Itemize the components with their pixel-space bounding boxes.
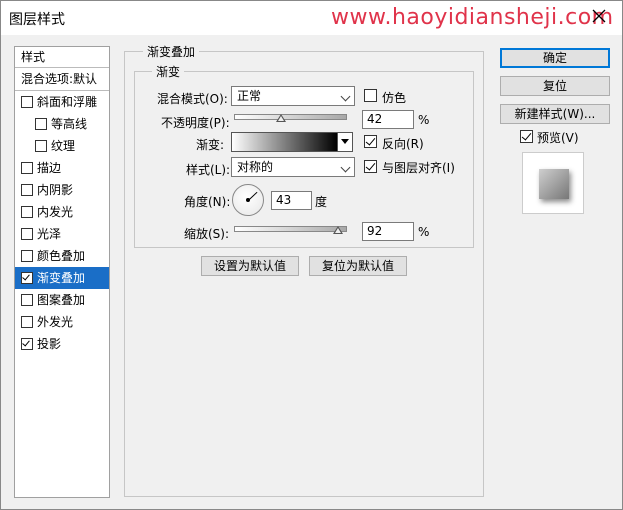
layer-style-dialog: 图层样式 www.haoyidiansheji.com 样式 混合选项:默认 斜…	[0, 0, 623, 510]
style-list-item[interactable]: 纹理	[15, 135, 109, 157]
reset-button[interactable]: 复位	[500, 76, 610, 96]
style-list-item-label: 内阴影	[37, 183, 74, 197]
gradient-preview-swatch[interactable]	[231, 132, 338, 152]
angle-unit: 度	[315, 195, 328, 209]
watermark-text: www.haoyidiansheji.com	[331, 5, 614, 30]
title-bar: 图层样式 www.haoyidiansheji.com	[1, 1, 622, 35]
angle-center-dot	[246, 198, 250, 202]
style-checkbox[interactable]	[35, 140, 47, 152]
style-list-item-label: 光泽	[37, 227, 62, 241]
style-select[interactable]: 对称的	[231, 157, 355, 177]
blend-mode-select[interactable]: 正常	[231, 86, 355, 106]
preview-swatch	[539, 169, 569, 199]
style-checkbox[interactable]	[21, 338, 33, 350]
dialog-title: 图层样式	[9, 12, 65, 28]
gradient-overlay-title: 渐变叠加	[143, 43, 200, 60]
styles-list: 样式 混合选项:默认 斜面和浮雕等高线纹理描边内阴影内发光光泽颜色叠加渐变叠加图…	[14, 46, 110, 498]
style-checkbox[interactable]	[21, 96, 33, 108]
style-list-item[interactable]: 渐变叠加	[15, 267, 109, 289]
opacity-percent-sign: %	[418, 113, 430, 127]
style-list-item-label: 图案叠加	[37, 293, 86, 307]
style-list-item-label: 投影	[37, 337, 62, 351]
style-checkbox[interactable]	[21, 272, 33, 284]
blend-options-item[interactable]: 混合选项:默认	[15, 68, 109, 91]
style-list-item[interactable]: 颜色叠加	[15, 245, 109, 267]
style-list-item[interactable]: 外发光	[15, 311, 109, 333]
style-checkbox[interactable]	[35, 118, 47, 130]
opacity-value: 42	[367, 112, 383, 126]
ok-button[interactable]: 确定	[500, 48, 610, 68]
scale-value: 92	[367, 224, 383, 238]
style-list-item[interactable]: 投影	[15, 333, 109, 355]
style-value: 对称的	[237, 160, 274, 174]
style-list-item[interactable]: 描边	[15, 157, 109, 179]
style-list-item-label: 颜色叠加	[37, 249, 86, 263]
style-checkbox[interactable]	[21, 228, 33, 240]
style-list-item[interactable]: 等高线	[15, 113, 109, 135]
gradient-picker-dropdown[interactable]	[337, 132, 353, 152]
blend-mode-value: 正常	[237, 89, 262, 103]
style-list-item-label: 描边	[37, 161, 62, 175]
set-as-default-button[interactable]: 设置为默认值	[201, 256, 299, 276]
blend-mode-label: 混合模式(O):	[157, 92, 228, 106]
reset-to-default-button[interactable]: 复位为默认值	[309, 256, 407, 276]
style-preview-thumbnail	[522, 152, 584, 214]
align-with-layer-label: 与图层对齐(I)	[382, 161, 455, 175]
opacity-slider-handle[interactable]	[276, 114, 287, 122]
style-label: 样式(L):	[186, 163, 231, 177]
reverse-label: 反向(R)	[382, 137, 424, 151]
scale-input[interactable]: 92	[362, 222, 414, 241]
style-checkbox[interactable]	[21, 294, 33, 306]
gradient-subgroup-title: 渐变	[152, 63, 185, 80]
style-checkbox[interactable]	[21, 162, 33, 174]
opacity-label: 不透明度(P):	[161, 116, 230, 130]
opacity-slider[interactable]	[234, 114, 347, 120]
scale-percent-sign: %	[418, 225, 430, 239]
scale-slider[interactable]	[234, 226, 347, 232]
style-list-item-label: 等高线	[51, 117, 88, 131]
style-list-item-label: 渐变叠加	[37, 271, 86, 285]
opacity-input[interactable]: 42	[362, 110, 414, 129]
style-checkbox[interactable]	[21, 184, 33, 196]
style-list-item[interactable]: 内发光	[15, 201, 109, 223]
gradient-label: 渐变:	[196, 138, 225, 152]
style-checkbox[interactable]	[21, 316, 33, 328]
style-checkbox[interactable]	[21, 206, 33, 218]
reverse-checkbox[interactable]	[364, 135, 377, 148]
preview-checkbox[interactable]	[520, 130, 533, 143]
style-list-item-label: 斜面和浮雕	[37, 95, 98, 109]
scale-label: 缩放(S):	[184, 227, 230, 241]
chevron-down-icon	[340, 91, 351, 102]
style-list-item-label: 内发光	[37, 205, 74, 219]
preview-label: 预览(V)	[537, 131, 579, 145]
dither-label: 仿色	[382, 91, 407, 105]
style-checkbox[interactable]	[21, 250, 33, 262]
style-list-item-label: 纹理	[51, 139, 76, 153]
angle-value: 43	[276, 193, 292, 207]
chevron-down-icon	[340, 162, 351, 173]
style-list-item[interactable]: 斜面和浮雕	[15, 91, 109, 113]
align-with-layer-checkbox[interactable]	[364, 160, 377, 173]
new-style-button[interactable]: 新建样式(W)...	[500, 104, 610, 124]
style-list-item-label: 外发光	[37, 315, 74, 329]
angle-label: 角度(N):	[184, 195, 231, 209]
style-list-item[interactable]: 光泽	[15, 223, 109, 245]
angle-input[interactable]: 43	[271, 191, 312, 210]
close-icon[interactable]	[591, 8, 607, 24]
scale-slider-handle[interactable]	[332, 226, 343, 234]
style-list-item[interactable]: 内阴影	[15, 179, 109, 201]
dither-checkbox[interactable]	[364, 89, 377, 102]
angle-dial[interactable]	[232, 184, 264, 216]
style-list-item[interactable]: 图案叠加	[15, 289, 109, 311]
styles-header[interactable]: 样式	[15, 47, 109, 68]
